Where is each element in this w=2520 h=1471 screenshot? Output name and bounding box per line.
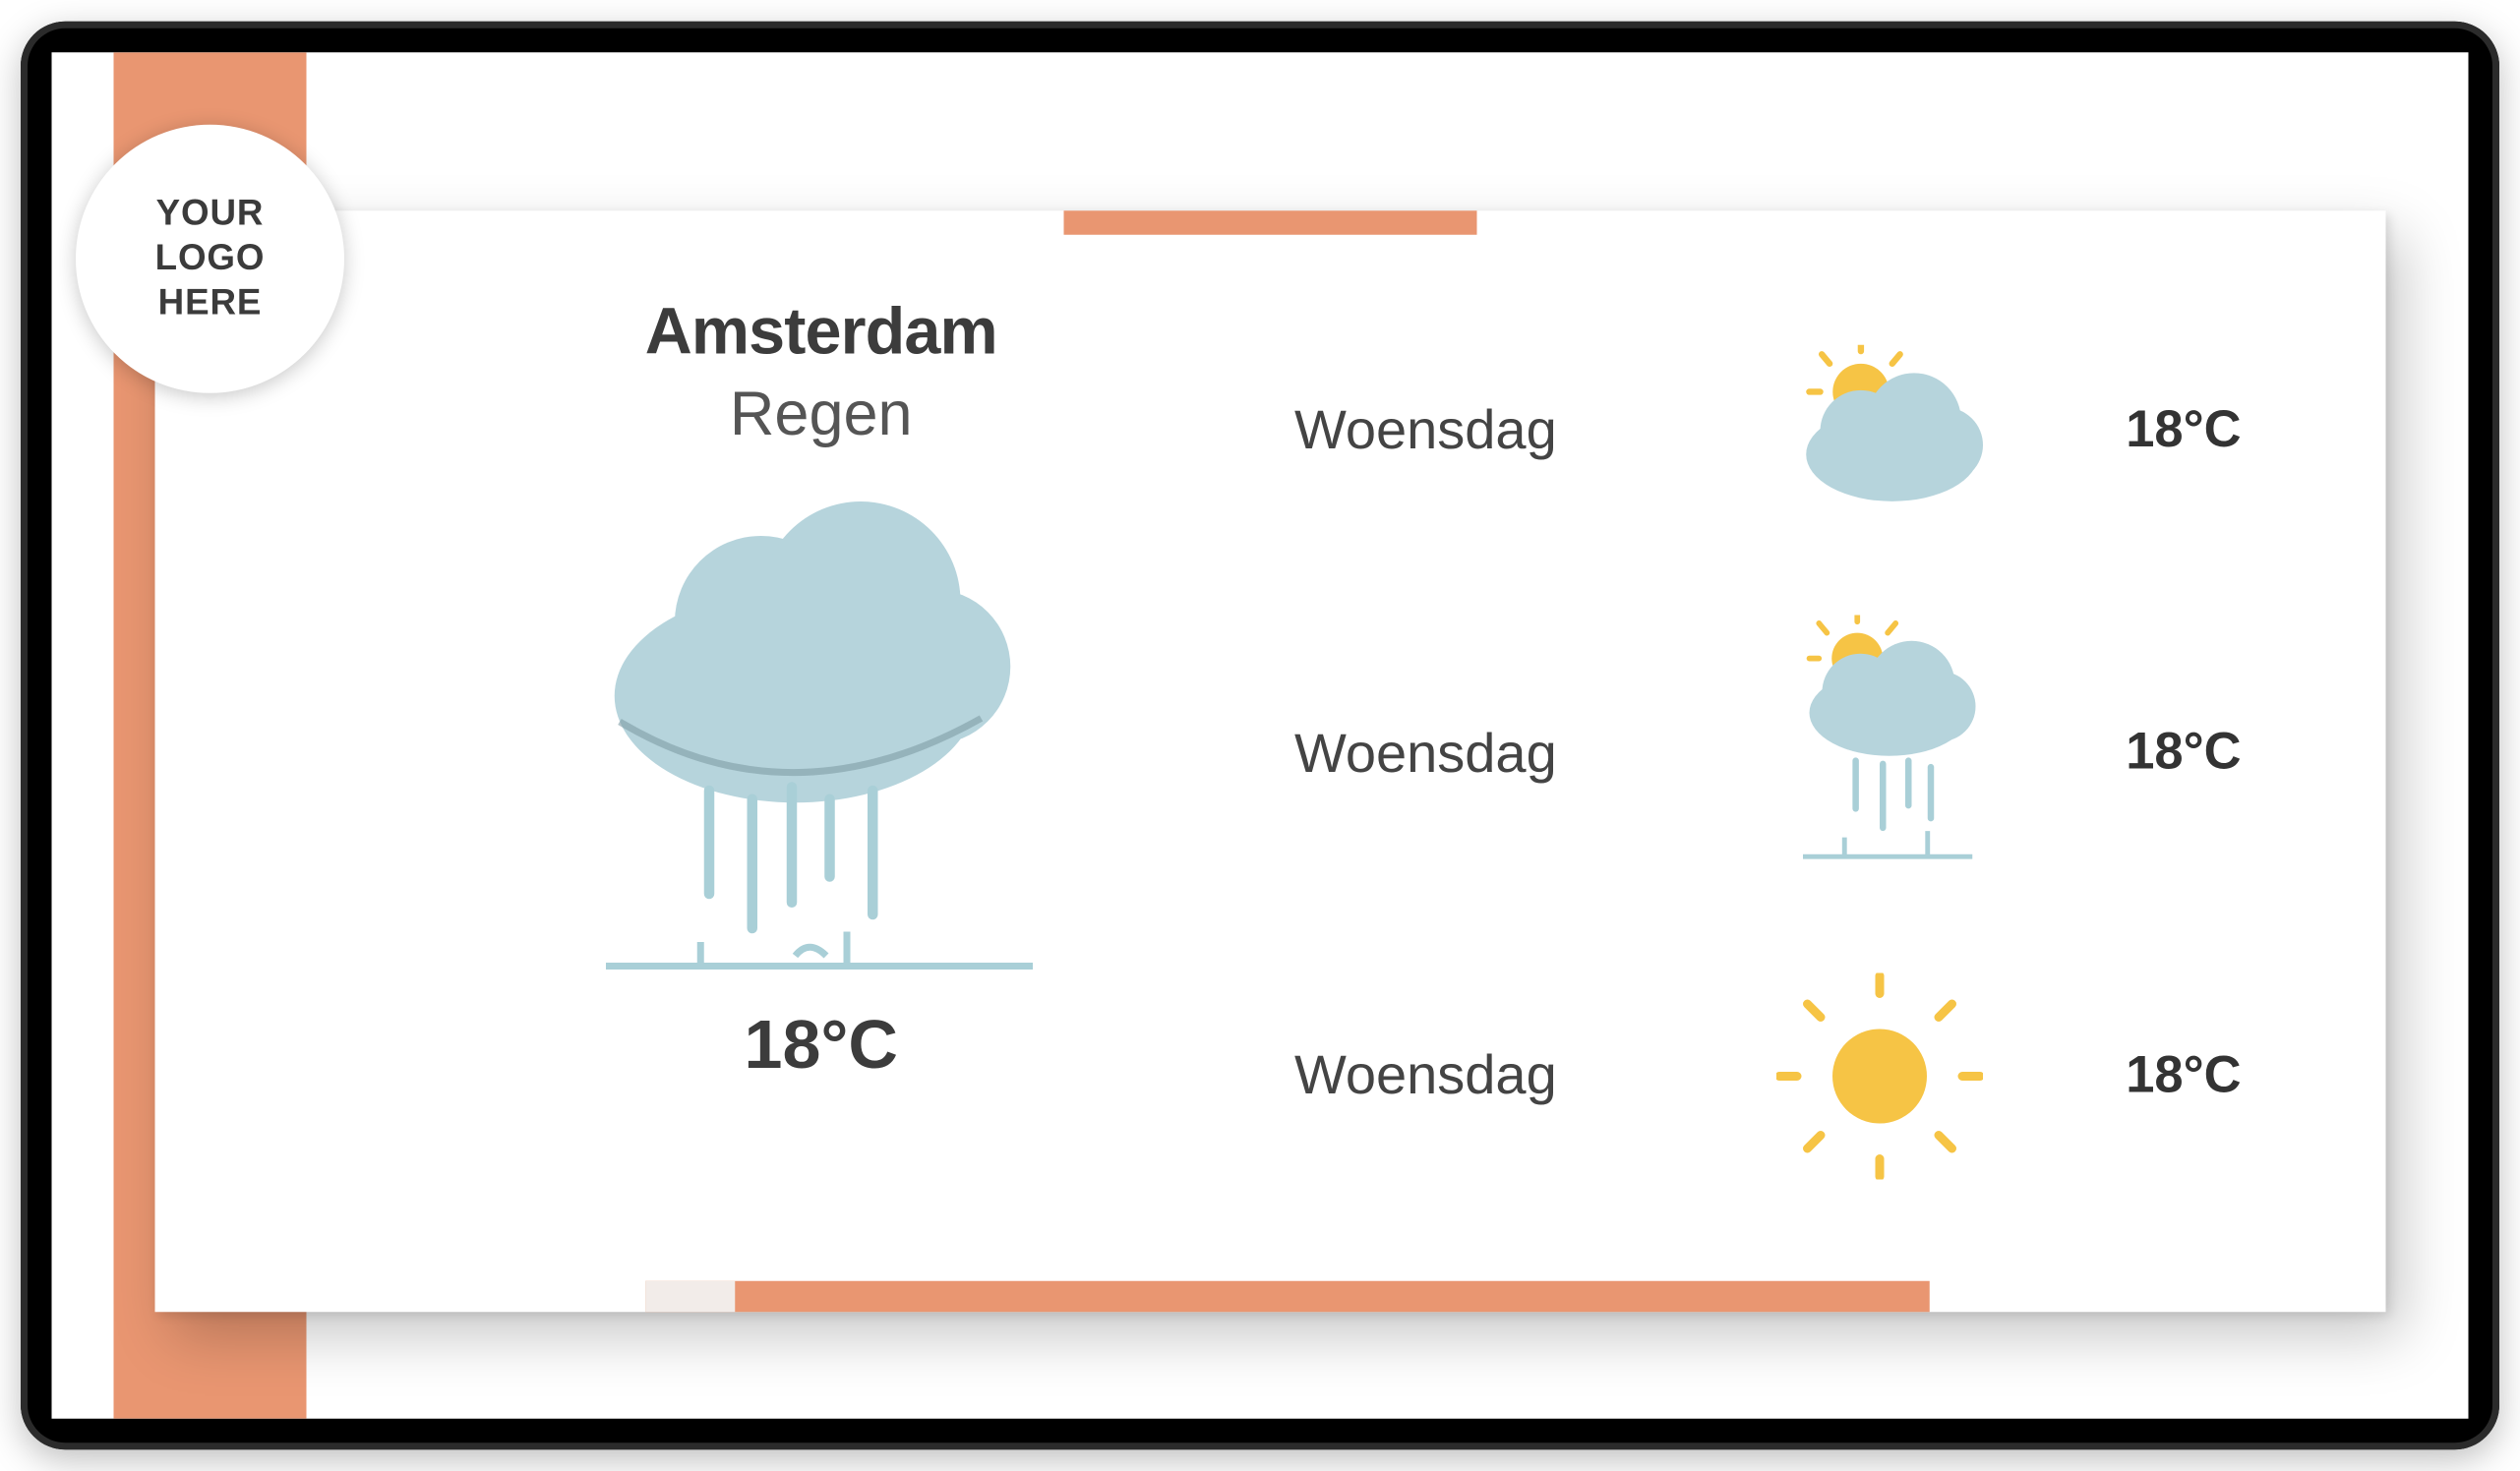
forecast-day: Woensdag [1294,721,1725,785]
city-name: Amsterdam [645,297,997,371]
current-temperature: 18°C [745,1008,898,1086]
partly-cloudy-icon [1725,344,2035,516]
forecast-day: Woensdag [1294,1043,1725,1107]
logo-placeholder: YOUR LOGO HERE [76,125,344,393]
card-content: Amsterdam Regen [155,210,2386,1312]
forecast-row: Woensdag [1294,616,2283,891]
logo-text: YOUR LOGO HERE [155,191,266,326]
forecast-day: Woensdag [1294,398,1725,462]
screen: YOUR LOGO HERE Amsterdam Regen [52,52,2469,1419]
rain-icon [589,499,1054,998]
forecast-list: Woensdag [1191,297,2283,1209]
display-frame: YOUR LOGO HERE Amsterdam Regen [21,22,2499,1450]
sun-rain-icon [1725,616,2035,891]
weather-card: Amsterdam Regen [155,210,2386,1312]
forecast-temperature: 18°C [2035,1046,2242,1105]
forecast-row: Woensdag [1294,297,2283,563]
forecast-row: Woensdag [1294,942,2283,1208]
current-weather: Amsterdam Regen [451,297,1192,1209]
forecast-temperature: 18°C [2035,401,2242,460]
condition-label: Regen [730,378,913,450]
sun-icon [1725,972,2035,1179]
forecast-temperature: 18°C [2035,724,2242,783]
